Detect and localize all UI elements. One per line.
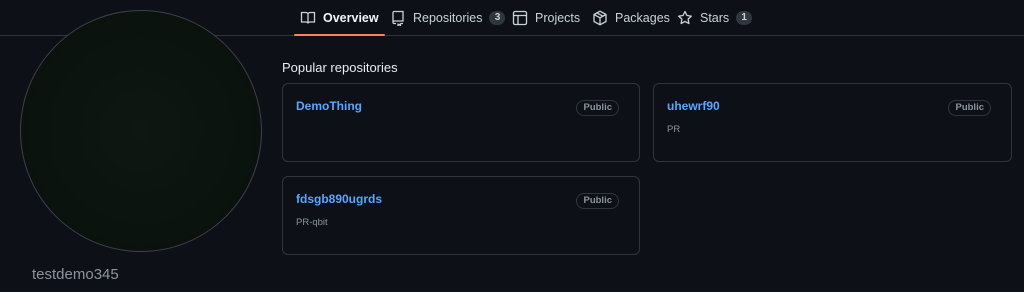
tab-repositories-label: Repositories	[413, 11, 483, 25]
tab-overview[interactable]: Overview	[294, 0, 385, 36]
repo-description: PR-qbit	[296, 217, 328, 228]
tab-stars-label: Stars	[700, 11, 730, 25]
tab-projects-label: Projects	[535, 11, 581, 25]
repo-icon	[390, 10, 406, 26]
tab-packages-label: Packages	[615, 11, 670, 25]
tab-stars[interactable]: Stars 1	[677, 0, 753, 36]
repo-card: DemoThing Public	[282, 83, 640, 162]
tab-projects[interactable]: Projects	[512, 0, 580, 36]
repo-link[interactable]: uhewrf90	[667, 99, 720, 113]
visibility-badge: Public	[576, 100, 619, 116]
profile-page: Overview Repositories 3 Projects Package…	[0, 0, 1024, 292]
visibility-badge: Public	[948, 100, 991, 116]
project-icon	[512, 10, 528, 26]
repo-description: PR	[667, 124, 681, 135]
tab-overview-label: Overview	[323, 11, 379, 25]
repo-link[interactable]: fdsgb890ugrds	[296, 192, 382, 206]
package-icon	[592, 10, 608, 26]
tab-packages[interactable]: Packages	[592, 0, 670, 36]
visibility-badge: Public	[576, 193, 619, 209]
tab-repositories[interactable]: Repositories 3	[390, 0, 506, 36]
repo-card: fdsgb890ugrds Public PR-qbit	[282, 176, 640, 255]
avatar[interactable]	[20, 10, 262, 252]
repositories-count-badge: 3	[489, 11, 506, 25]
stars-count-badge: 1	[736, 11, 753, 25]
book-icon	[300, 10, 316, 26]
username: testdemo345	[32, 266, 119, 283]
repo-link[interactable]: DemoThing	[296, 99, 362, 113]
repo-card: uhewrf90 Public PR	[653, 83, 1012, 162]
popular-repositories-heading: Popular repositories	[282, 60, 398, 75]
star-icon	[677, 10, 693, 26]
